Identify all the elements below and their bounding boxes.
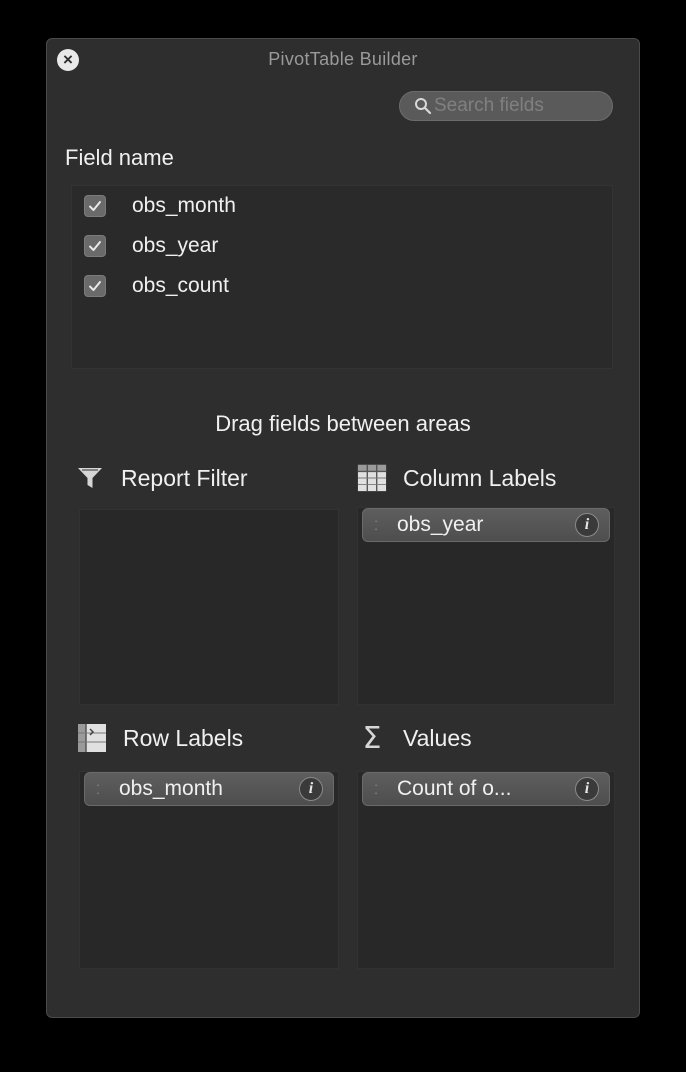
search-input[interactable] (434, 95, 604, 117)
checkmark-icon (89, 241, 101, 251)
pill-label: obs_year (397, 513, 484, 536)
column-labels-title: Column Labels (357, 463, 556, 493)
row-labels-label: Row Labels (123, 724, 244, 751)
search-icon (415, 98, 432, 115)
sigma-icon: Σ (362, 720, 382, 756)
funnel-icon (75, 463, 105, 493)
field-label: obs_month (132, 194, 236, 217)
checkmark-icon (89, 281, 101, 291)
field-row-obs-month[interactable]: obs_month (72, 186, 612, 226)
drag-handle-icon: · · (95, 777, 101, 800)
field-checkbox-obs-year[interactable] (84, 235, 106, 257)
field-checkbox-obs-count[interactable] (84, 275, 106, 297)
pill-label: obs_month (119, 777, 223, 800)
pill-label: Count of o... (397, 777, 512, 800)
row-labels-icon (77, 723, 107, 753)
checkmark-icon (89, 201, 101, 211)
values-field-pill-count[interactable]: · · Count of o... i (362, 772, 610, 806)
column-field-pill-obs-year[interactable]: · · obs_year i (362, 508, 610, 542)
pivottable-builder-panel: × PivotTable Builder Field name obs_mont… (46, 38, 640, 1018)
values-dropzone[interactable]: · · Count of o... i (357, 771, 615, 969)
field-name-heading: Field name (65, 145, 174, 170)
report-filter-dropzone[interactable] (79, 509, 339, 705)
field-label: obs_year (132, 234, 219, 257)
drag-handle-icon: · · (373, 777, 379, 800)
info-icon[interactable]: i (575, 513, 599, 537)
field-row-obs-count[interactable]: obs_count (72, 266, 612, 306)
values-title: Σ Values (357, 720, 472, 756)
column-labels-label: Column Labels (403, 464, 557, 491)
search-field[interactable] (399, 91, 613, 121)
field-checkbox-obs-month[interactable] (84, 195, 106, 217)
drag-fields-heading: Drag fields between areas (215, 411, 471, 436)
column-labels-icon (357, 463, 387, 493)
info-icon[interactable]: i (299, 777, 323, 801)
field-row-obs-year[interactable]: obs_year (72, 226, 612, 266)
values-label: Values (403, 724, 472, 751)
row-labels-dropzone[interactable]: · · obs_month i (79, 771, 339, 969)
row-labels-title: Row Labels (77, 723, 243, 753)
row-field-pill-obs-month[interactable]: · · obs_month i (84, 772, 334, 806)
field-list: obs_month obs_year obs_count (71, 185, 613, 369)
report-filter-title: Report Filter (75, 463, 248, 493)
field-label: obs_count (132, 274, 229, 297)
report-filter-label: Report Filter (121, 464, 248, 491)
column-labels-dropzone[interactable]: · · obs_year i (357, 507, 615, 705)
info-icon[interactable]: i (575, 777, 599, 801)
drag-handle-icon: · · (373, 513, 379, 536)
window-title: PivotTable Builder (268, 49, 418, 69)
